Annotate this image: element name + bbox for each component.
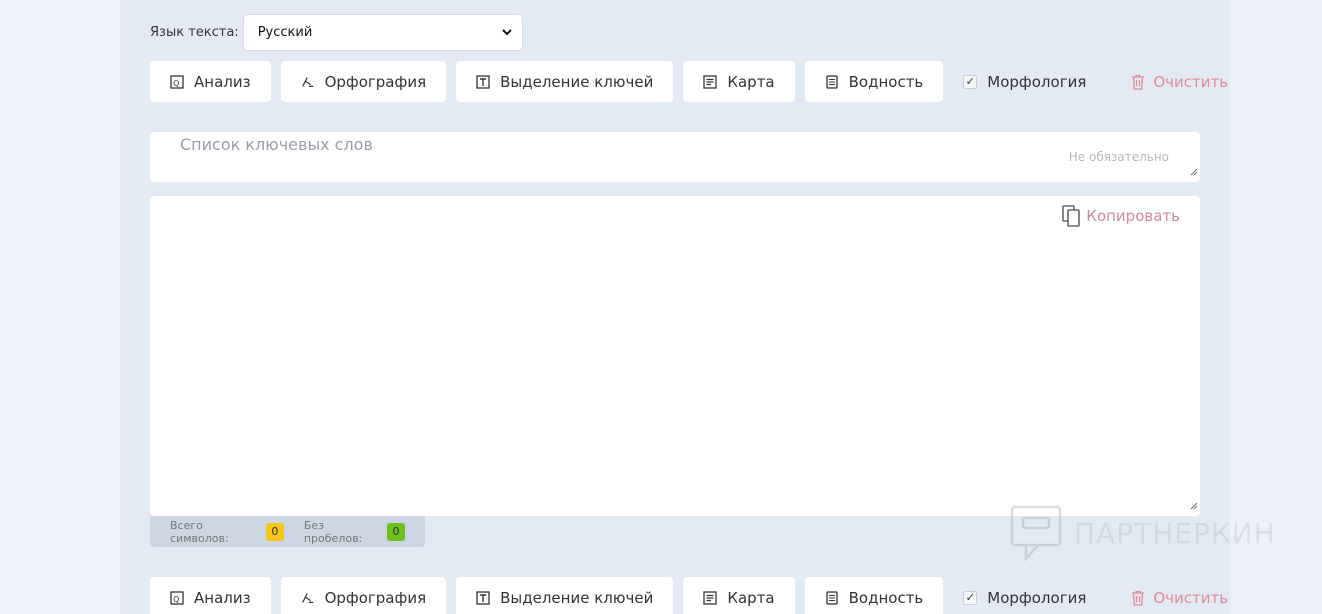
copy-label: Копировать <box>1086 207 1180 225</box>
map-button[interactable]: Карта <box>683 577 795 614</box>
watermark-text: ПАРТНЕРКИН <box>1074 516 1276 550</box>
total-chars-badge: 0 <box>265 522 284 541</box>
morphology-checkbox[interactable]: ✓ Морфология <box>963 73 1086 91</box>
spelling-icon <box>301 75 315 89</box>
spelling-icon <box>301 591 315 605</box>
keywords-placeholder: Список ключевых слов <box>180 135 373 154</box>
copy-icon <box>1061 204 1083 228</box>
main-text-textarea[interactable]: Копировать <box>150 196 1200 516</box>
keys-icon <box>476 74 490 89</box>
analysis-button[interactable]: Q Анализ <box>150 61 271 102</box>
clear-button[interactable]: Очистить <box>1131 73 1228 91</box>
no-space-badge: 0 <box>387 522 405 541</box>
analysis-button[interactable]: Q Анализ <box>150 577 271 614</box>
map-icon <box>703 74 717 89</box>
clear-label: Очистить <box>1153 72 1229 91</box>
map-label: Карта <box>727 588 775 607</box>
document-icon <box>825 590 839 605</box>
check-icon: ✓ <box>963 590 978 605</box>
toolbar-top: Q Анализ Орфография Выделение ключей Кар… <box>150 61 1228 102</box>
trash-icon <box>1131 590 1145 606</box>
analysis-label: Анализ <box>194 72 251 91</box>
map-icon <box>703 590 717 605</box>
map-label: Карта <box>727 72 775 91</box>
morphology-checkbox[interactable]: ✓ Морфология <box>963 589 1086 607</box>
morphology-label: Морфология <box>987 72 1087 91</box>
keys-icon <box>476 590 490 605</box>
language-row: Язык текста: Русский <box>150 14 523 51</box>
analysis-label: Анализ <box>194 588 251 607</box>
water-label: Водность <box>848 588 924 607</box>
spelling-label: Орфография <box>324 588 427 607</box>
language-label: Язык текста: <box>150 25 239 40</box>
keywords-textarea[interactable]: Список ключевых слов Не обязательно <box>150 132 1200 182</box>
language-select[interactable]: Русский <box>242 14 523 51</box>
clear-label: Очистить <box>1153 588 1229 607</box>
map-button[interactable]: Карта <box>683 61 795 102</box>
total-chars: Всего символов: 0 <box>170 519 284 545</box>
svg-text:Q: Q <box>173 595 179 604</box>
keys-label: Выделение ключей <box>500 72 654 91</box>
analysis-icon: Q <box>170 74 184 89</box>
water-button[interactable]: Водность <box>804 61 944 102</box>
document-icon <box>825 74 839 89</box>
check-icon: ✓ <box>963 74 978 89</box>
morphology-label: Морфология <box>987 588 1087 607</box>
svg-text:Q: Q <box>173 79 179 88</box>
trash-icon <box>1131 74 1145 90</box>
optional-hint: Не обязательно <box>1068 150 1169 164</box>
character-counter: Всего символов: 0 Без пробелов: 0 <box>150 516 425 547</box>
water-button[interactable]: Водность <box>804 577 944 614</box>
analysis-icon: Q <box>170 590 184 605</box>
keys-button[interactable]: Выделение ключей <box>456 577 674 614</box>
clear-button[interactable]: Очистить <box>1131 589 1228 607</box>
water-label: Водность <box>848 72 924 91</box>
toolbar-bottom: Q Анализ Орфография Выделение ключей Кар… <box>150 577 1228 614</box>
spelling-label: Орфография <box>324 72 427 91</box>
language-selected-value: Русский <box>257 25 313 40</box>
no-space-label: Без пробелов: <box>303 518 363 545</box>
no-space-chars: Без пробелов: 0 <box>304 519 405 545</box>
spelling-button[interactable]: Орфография <box>280 61 447 102</box>
chevron-down-icon <box>501 26 512 39</box>
page-background-left <box>0 0 120 614</box>
copy-button[interactable]: Копировать <box>1061 204 1180 228</box>
total-chars-label: Всего символов: <box>170 518 229 545</box>
resize-handle-icon[interactable] <box>1190 161 1198 180</box>
spelling-button[interactable]: Орфография <box>280 577 447 614</box>
keys-button[interactable]: Выделение ключей <box>456 61 674 102</box>
keys-label: Выделение ключей <box>500 588 654 607</box>
watermark: ПАРТНЕРКИН <box>1010 505 1276 561</box>
watermark-logo-icon <box>1010 505 1062 561</box>
